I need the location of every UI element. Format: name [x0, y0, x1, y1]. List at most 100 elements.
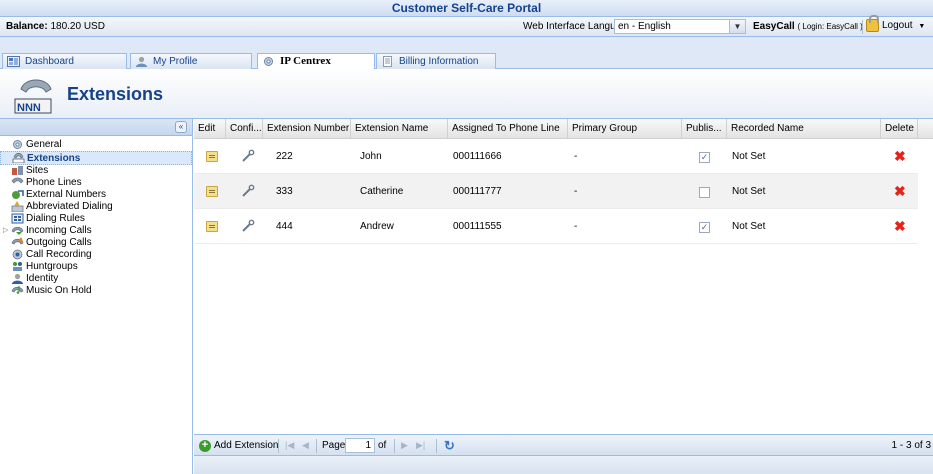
sidebar-tree: General Extensions Sites Phone Lines Ext… — [0, 136, 192, 297]
sidebar-item-music-on-hold[interactable]: Music On Hold — [0, 285, 192, 297]
sidebar-item-label: Sites — [26, 165, 49, 176]
column-header-recorded-name[interactable]: Recorded Name — [727, 119, 881, 139]
published-checkbox[interactable] — [699, 187, 710, 198]
sidebar-item-label: Identity — [26, 273, 59, 284]
call-recording-icon — [12, 249, 23, 260]
column-header-edit[interactable]: Edit — [194, 119, 226, 139]
sidebar-item-label: Call Recording — [26, 249, 92, 260]
paging-range: 1 - 3 of 3 — [891, 440, 931, 451]
sidebar-item-label: General — [26, 139, 62, 150]
huntgroups-icon — [13, 262, 22, 271]
extension-name: John — [360, 151, 382, 162]
column-header-delete[interactable]: Delete — [881, 119, 918, 139]
table-row[interactable]: 444 Andrew 000111555 - ✓ Not Set ✖ — [194, 209, 918, 244]
external-numbers-icon — [12, 190, 24, 199]
bottom-bar — [194, 456, 933, 474]
table-row[interactable]: 222 John 000111666 - ✓ Not Set ✖ — [194, 139, 918, 174]
extension-number: 333 — [276, 186, 293, 197]
sidebar-item-label: Music On Hold — [26, 285, 92, 296]
top-bar: Balance: 180.20 USD Web Interface Langua… — [0, 15, 933, 37]
add-extension-button[interactable]: Add Extension — [214, 440, 279, 451]
wrench-icon[interactable] — [241, 184, 255, 198]
sidebar-item-identity[interactable]: Identity — [0, 273, 192, 285]
next-page-icon[interactable]: ▶ — [401, 440, 408, 451]
sidebar-item-label: Extensions — [27, 153, 81, 164]
table-row[interactable]: 333 Catherine 000111777 - Not Set ✖ — [194, 174, 918, 209]
first-page-icon[interactable]: |◀ — [285, 440, 294, 451]
page-title: Extensions — [67, 84, 164, 104]
column-header-config[interactable]: Confi... — [226, 119, 263, 139]
extension-number: 444 — [276, 221, 293, 232]
edit-icon[interactable] — [206, 221, 218, 232]
column-header-primary-group[interactable]: Primary Group — [568, 119, 682, 139]
tab-dashboard[interactable]: Dashboard — [2, 53, 127, 69]
assigned-phone-line: 000111777 — [453, 186, 502, 197]
column-header-published[interactable]: Publis... — [682, 119, 727, 139]
expand-icon[interactable]: ▷ — [3, 225, 8, 237]
edit-icon[interactable] — [206, 186, 218, 197]
sidebar-item-label: Incoming Calls — [26, 225, 92, 236]
user-name: EasyCall — [753, 21, 795, 32]
refresh-icon[interactable]: ↻ — [444, 439, 458, 453]
delete-icon[interactable]: ✖ — [894, 219, 906, 233]
sidebar-item-abbreviated-dialing[interactable]: Abbreviated Dialing — [0, 201, 192, 213]
wrench-icon[interactable] — [241, 219, 255, 233]
column-header-extension-number[interactable]: Extension Number — [263, 119, 351, 139]
sidebar-item-external-numbers[interactable]: External Numbers — [0, 189, 192, 201]
tab-label: Dashboard — [25, 56, 74, 67]
paging-toolbar: + Add Extension |◀ ◀ Page 1 of ▶ ▶| ↻ 1 … — [194, 434, 933, 456]
tab-my-profile[interactable]: My Profile — [130, 53, 252, 69]
phone-lines-icon — [11, 177, 24, 184]
gear-icon — [264, 57, 273, 66]
chevron-down-icon[interactable]: ▼ — [729, 20, 745, 33]
delete-icon[interactable]: ✖ — [894, 184, 906, 198]
sidebar-item-phone-lines[interactable]: Phone Lines — [0, 177, 192, 189]
divider — [316, 439, 317, 453]
balance-value: 180.20 USD — [50, 21, 105, 32]
sidebar-item-dialing-rules[interactable]: Dialing Rules — [0, 213, 192, 225]
language-select[interactable]: en - English ▼ — [614, 19, 746, 34]
balance-label: Balance: — [6, 21, 48, 32]
column-header-assigned-phone-line[interactable]: Assigned To Phone Line — [448, 119, 568, 139]
svg-text:NNN: NNN — [17, 102, 41, 114]
published-checkbox[interactable]: ✓ — [699, 222, 710, 233]
login-text: ( Login: EasyCall ) — [797, 22, 863, 31]
outgoing-calls-icon — [11, 237, 24, 245]
extension-name: Catherine — [360, 186, 404, 197]
wrench-icon[interactable] — [241, 149, 255, 163]
tab-ip-centrex[interactable]: IP Centrex — [257, 53, 375, 69]
published-checkbox[interactable]: ✓ — [699, 152, 710, 163]
sidebar-item-call-recording[interactable]: Call Recording — [0, 249, 192, 261]
music-on-hold-icon — [11, 286, 24, 294]
logout-button[interactable]: Logout ▼ — [866, 15, 925, 32]
dialing-rules-icon — [11, 213, 24, 224]
extension-number: 222 — [276, 151, 293, 162]
sidebar-item-label: Huntgroups — [26, 261, 78, 272]
add-icon[interactable]: + — [199, 440, 211, 452]
tab-label: Billing Information — [399, 56, 479, 67]
last-page-icon[interactable]: ▶| — [416, 440, 425, 451]
prev-page-icon[interactable]: ◀ — [302, 440, 309, 451]
sidebar-item-general[interactable]: General — [0, 139, 192, 151]
sidebar-item-incoming-calls[interactable]: ▷ Incoming Calls — [0, 225, 192, 237]
edit-icon[interactable] — [206, 151, 218, 162]
primary-group: - — [574, 151, 578, 162]
chevron-down-icon[interactable]: ▼ — [918, 23, 925, 30]
app-title: Customer Self-Care Portal — [0, 0, 933, 17]
collapse-icon[interactable]: « — [175, 121, 187, 133]
page-number-input[interactable]: 1 — [345, 438, 375, 453]
column-header-extension-name[interactable]: Extension Name — [351, 119, 448, 139]
document-icon — [383, 56, 392, 67]
tab-billing-information[interactable]: Billing Information — [376, 53, 496, 69]
primary-group: - — [574, 221, 578, 232]
sidebar-header: « — [0, 119, 192, 136]
tab-label: IP Centrex — [280, 55, 331, 67]
sidebar-item-sites[interactable]: Sites — [0, 165, 192, 177]
delete-icon[interactable]: ✖ — [894, 149, 906, 163]
recorded-name: Not Set — [732, 151, 766, 162]
sidebar-item-extensions[interactable]: Extensions — [0, 151, 192, 165]
extensions-grid: Edit Confi... Extension Number Extension… — [194, 119, 933, 474]
divider — [436, 439, 437, 453]
sidebar-item-outgoing-calls[interactable]: Outgoing Calls — [0, 237, 192, 249]
sidebar-item-huntgroups[interactable]: Huntgroups — [0, 261, 192, 273]
